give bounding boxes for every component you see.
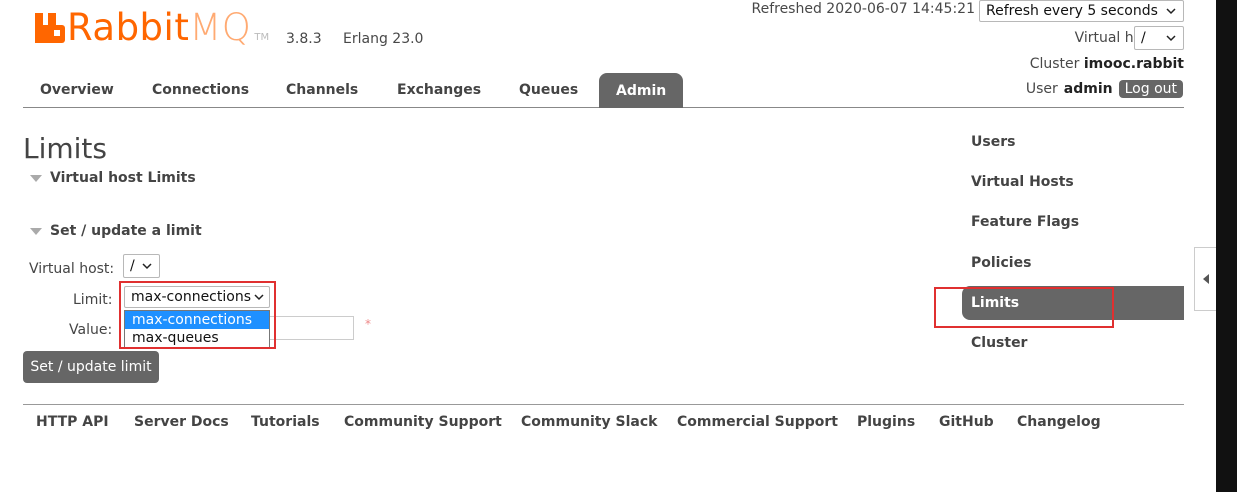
caret-left-icon	[1202, 274, 1209, 284]
refresh-interval-select[interactable]: Refresh every 5 seconds	[979, 0, 1184, 22]
form-value-label: Value:	[69, 322, 113, 338]
sidebar-collapse-button[interactable]	[1194, 247, 1216, 311]
section-title: Virtual host Limits	[50, 170, 196, 186]
footer-link-server-docs[interactable]: Server Docs	[134, 414, 229, 430]
page-title: Limits	[23, 132, 107, 165]
sidebar-item-users[interactable]: Users	[971, 134, 1015, 150]
section-set-update-limit[interactable]: Set / update a limit	[30, 223, 202, 239]
sidebar-item-policies[interactable]: Policies	[971, 255, 1031, 271]
cluster-info: Cluster imooc.rabbit	[1030, 56, 1184, 72]
footer-link-commercial-support[interactable]: Commercial Support	[677, 414, 838, 430]
limit-option-max-queues[interactable]: max-queues	[125, 329, 269, 347]
footer-link-community-support[interactable]: Community Support	[344, 414, 502, 430]
sidebar-item-cluster[interactable]: Cluster	[971, 335, 1027, 351]
footer-link-changelog[interactable]: Changelog	[1017, 414, 1101, 430]
refreshed-timestamp: Refreshed 2020-06-07 14:45:21	[751, 1, 975, 17]
footer-link-tutorials[interactable]: Tutorials	[251, 414, 320, 430]
form-limit-label: Limit:	[73, 292, 113, 308]
set-update-limit-button[interactable]: Set / update limit	[23, 351, 159, 383]
chevron-down-icon	[1166, 8, 1176, 15]
tab-exchanges[interactable]: Exchanges	[397, 82, 481, 98]
footer-link-github[interactable]: GitHub	[939, 414, 994, 430]
sidebar-item-virtual-hosts[interactable]: Virtual Hosts	[971, 174, 1074, 190]
required-marker: *	[365, 317, 371, 331]
collapse-triangle-icon	[30, 227, 42, 235]
window-edge	[1216, 0, 1237, 492]
footer-divider	[23, 404, 1184, 405]
tab-admin[interactable]: Admin	[599, 73, 684, 108]
main-nav: Overview Connections Channels Exchanges …	[23, 73, 1184, 108]
footer-link-plugins[interactable]: Plugins	[857, 414, 915, 430]
sidebar-item-feature-flags[interactable]: Feature Flags	[971, 214, 1079, 230]
erlang-version-label: Erlang 23.0	[343, 31, 424, 47]
tab-queues[interactable]: Queues	[519, 82, 578, 98]
rabbitmq-logo: RabbitMQ TM	[35, 8, 269, 48]
footer-link-http-api[interactable]: HTTP API	[36, 414, 109, 430]
sidebar-item-limits[interactable]: Limits	[962, 286, 1184, 320]
footer-link-community-slack[interactable]: Community Slack	[521, 414, 657, 430]
refresh-interval-value: Refresh every 5 seconds	[986, 3, 1158, 19]
form-virtual-host-select[interactable]: /	[123, 254, 160, 278]
virtual-host-select[interactable]: /	[1134, 26, 1184, 50]
tab-connections[interactable]: Connections	[152, 82, 249, 98]
form-virtual-host-label: Virtual host:	[29, 261, 115, 277]
collapse-triangle-icon	[30, 174, 42, 182]
version-label: 3.8.3	[286, 31, 322, 47]
limit-option-max-connections[interactable]: max-connections	[125, 311, 269, 329]
rabbitmq-logo-icon	[35, 13, 65, 43]
trademark: TM	[254, 32, 270, 43]
chevron-down-icon	[254, 294, 264, 301]
chevron-down-icon	[142, 263, 152, 270]
limit-dropdown-list: max-connections max-queues	[124, 310, 270, 348]
cluster-label: Cluster	[1029, 56, 1080, 72]
limit-select-value: max-connections	[131, 289, 251, 305]
cluster-name: imooc.rabbit	[1083, 56, 1184, 72]
chevron-down-icon	[1166, 35, 1176, 42]
logo-text: RabbitMQ	[67, 6, 252, 49]
form-virtual-host-value: /	[130, 258, 135, 274]
tab-channels[interactable]: Channels	[286, 82, 358, 98]
tab-overview[interactable]: Overview	[40, 82, 114, 98]
limit-select[interactable]: max-connections	[124, 286, 270, 308]
section-virtual-host-limits[interactable]: Virtual host Limits	[30, 170, 196, 186]
section-title: Set / update a limit	[50, 223, 202, 239]
virtual-host-value: /	[1141, 30, 1146, 46]
